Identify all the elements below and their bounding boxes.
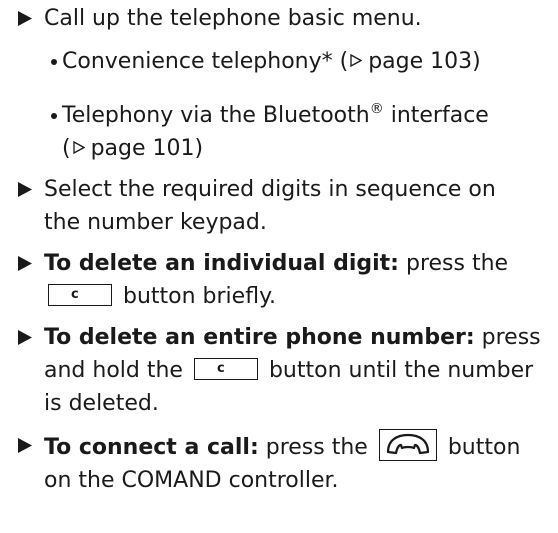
c-button[interactable]: c <box>48 284 112 306</box>
step-select-digits: Select the required digits in sequence o… <box>18 173 548 239</box>
page-reference-link[interactable]: page 101) <box>91 136 204 161</box>
step-text: Select the required digits in sequence o… <box>44 177 496 202</box>
right-triangle-bullet-icon <box>18 429 40 462</box>
sub-item-bluetooth-telephony: Telephony via the Bluetooth® interface (… <box>50 99 548 165</box>
sub-item-convenience-telephony: Convenience telephony* ( page 103) <box>50 45 548 78</box>
step-text: is deleted. <box>44 391 159 416</box>
right-triangle-outline-icon <box>72 141 85 154</box>
right-triangle-bullet-icon <box>18 321 40 354</box>
bullet-dot-icon <box>50 99 64 132</box>
step-connect-call: To connect a call: press the button on t… <box>18 429 548 497</box>
step-text: on the COMAND controller. <box>44 468 339 493</box>
step-text: and hold the <box>44 358 190 383</box>
step-text: button <box>440 435 521 460</box>
phone-handset-button[interactable] <box>378 429 437 461</box>
step-text: Call up the telephone basic menu. <box>44 6 422 31</box>
registered-mark: ® <box>369 101 384 117</box>
bullet-dot-icon <box>50 45 64 78</box>
c-button-label: c <box>216 361 225 376</box>
step-call-up-menu: Call up the telephone basic menu. <box>18 2 548 35</box>
right-triangle-bullet-icon <box>18 173 40 206</box>
page-reference-link[interactable]: page 103) <box>368 49 481 74</box>
step-delete-digit: To delete an individual digit: press the… <box>18 247 548 313</box>
step-text: press <box>474 325 541 350</box>
c-button[interactable]: c <box>193 358 258 380</box>
sub-item-label: Telephony via the Bluetooth <box>62 103 370 128</box>
sub-item-label-end: interface <box>383 103 489 128</box>
step-heading: To connect a call: <box>44 435 259 460</box>
step-text: press the <box>398 251 509 276</box>
step-text: press the <box>258 435 375 460</box>
ref-open-paren: ( <box>62 136 71 161</box>
step-text: the number keypad. <box>44 210 267 235</box>
right-triangle-bullet-icon <box>18 2 40 35</box>
sub-item-label: Convenience telephony* ( <box>62 49 349 74</box>
phone-handset-icon <box>386 433 429 455</box>
step-heading: To delete an individual digit: <box>44 251 399 276</box>
right-triangle-outline-icon <box>350 54 363 67</box>
c-button-label: c <box>71 287 79 302</box>
right-triangle-bullet-icon <box>18 247 40 280</box>
step-delete-number: To delete an entire phone number: press … <box>18 321 548 420</box>
step-heading: To delete an entire phone number: <box>44 325 475 350</box>
manual-page: Call up the telephone basic menu. Conven… <box>0 0 558 533</box>
step-text: button briefly. <box>116 284 276 309</box>
step-text: button until the number <box>261 358 534 383</box>
